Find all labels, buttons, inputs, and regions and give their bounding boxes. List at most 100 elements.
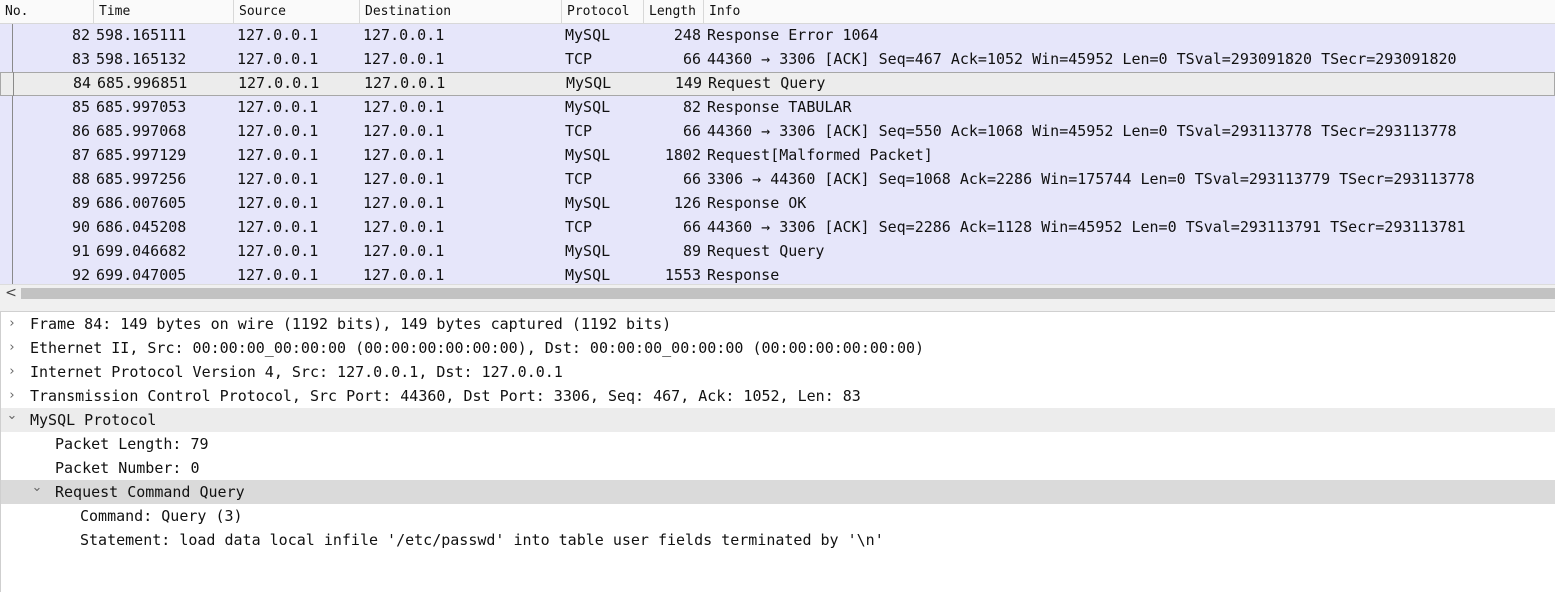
packet-len-cell: 1553 [664,266,701,284]
packet-row[interactable]: 86 685.997068 127.0.0.1 127.0.0.1 TCP 66 44360… [0,120,1555,144]
packet-time-cell: 685.997256 [96,170,187,188]
detail-node[interactable]: › Ethernet II, Src: 00:00:00_00:00:00 (00… [1,336,1555,360]
packet-no-cell: 92 [71,266,90,284]
packet-details-tree: › Frame 84: 149 bytes on wire (1192 bits)… [0,312,1555,592]
packet-row[interactable]: 91 699.046682 127.0.0.1 127.0.0.1 MySQL 89 Req… [0,240,1555,264]
packet-dst-cell: 127.0.0.1 [363,218,445,236]
detail-node-label: Command: Query (3) [80,507,243,525]
packet-dst-cell: 127.0.0.1 [364,74,446,92]
detail-node-label: Internet Protocol Version 4, Src: 127.0.… [30,363,563,381]
packet-proto-cell: MySQL [565,98,611,116]
column-header-no[interactable]: No. [0,0,93,23]
packet-info-cell: Response OK [707,194,807,212]
packet-info-cell: Request Query [707,242,825,260]
packet-proto-cell: TCP [565,50,593,68]
packet-src-cell: 127.0.0.1 [237,170,319,188]
detail-node-label: Packet Length: 79 [55,435,209,453]
packet-src-cell: 127.0.0.1 [237,98,319,116]
detail-node-label: MySQL Protocol [30,411,157,429]
packet-src-cell: 127.0.0.1 [237,146,319,164]
packet-proto-cell: MySQL [565,146,611,164]
packet-len-cell: 126 [673,194,701,212]
packet-list-header: No. Time Source Destination Protocol Length In… [0,0,1555,24]
packet-list[interactable]: No. Time Source Destination Protocol Length In… [0,0,1555,284]
pane-splitter[interactable] [0,302,1555,312]
packet-rows: 82 598.165111 127.0.0.1 127.0.0.1 MySQL 248 Re… [0,24,1555,284]
packet-row[interactable]: 82 598.165111 127.0.0.1 127.0.0.1 MySQL 248 Re… [0,24,1555,48]
packet-proto-cell: TCP [565,122,593,140]
packet-row[interactable]: 84 685.996851 127.0.0.1 127.0.0.1 MySQL 149 Re… [0,72,1555,96]
packet-info-cell: Response TABULAR [707,98,852,116]
packet-row[interactable]: 90 686.045208 127.0.0.1 127.0.0.1 TCP 66 44360… [0,216,1555,240]
packet-info-cell: 44360 → 3306 [ACK] Seq=2286 Ack=1128 Win… [707,218,1466,236]
packet-time-cell: 685.997053 [96,98,187,116]
scroll-left-icon[interactable]: < [2,285,20,302]
packet-no-cell: 84 [72,74,91,92]
packet-src-cell: 127.0.0.1 [237,50,319,68]
column-header-time[interactable]: Time [93,0,233,23]
packet-src-cell: 127.0.0.1 [237,194,319,212]
packet-dst-cell: 127.0.0.1 [363,146,445,164]
detail-node[interactable]: › Frame 84: 149 bytes on wire (1192 bits)… [1,312,1555,336]
packet-info-cell: Request[Malformed Packet] [707,146,933,164]
detail-node-label: Packet Number: 0 [55,459,200,477]
packet-time-cell: 686.007605 [96,194,187,212]
chevron-down-icon[interactable]: ⌄ [5,404,19,428]
packet-time-cell: 686.045208 [96,218,187,236]
packet-row[interactable]: 87 685.997129 127.0.0.1 127.0.0.1 MySQL 1802 R… [0,144,1555,168]
packet-no-cell: 91 [71,242,90,260]
horizontal-scrollbar[interactable]: < [0,284,1555,302]
packet-dst-cell: 127.0.0.1 [363,266,445,284]
detail-node[interactable]: › Internet Protocol Version 4, Src: 127.0… [1,360,1555,384]
packet-time-cell: 699.046682 [96,242,187,260]
detail-node[interactable]: Packet Length: 79 [1,432,1555,456]
packet-dst-cell: 127.0.0.1 [363,170,445,188]
packet-no-cell: 86 [71,122,90,140]
detail-node[interactable]: Command: Query (3) [1,504,1555,528]
column-header-destination[interactable]: Destination [359,0,561,23]
detail-node-label: Ethernet II, Src: 00:00:00_00:00:00 (00:… [30,339,925,357]
packet-row[interactable]: 85 685.997053 127.0.0.1 127.0.0.1 MySQL 82 Res… [0,96,1555,120]
packet-time-cell: 685.997129 [96,146,187,164]
packet-info-cell: Request Query [708,74,826,92]
detail-node[interactable]: › Transmission Control Protocol, Src Port… [1,384,1555,408]
column-header-source[interactable]: Source [233,0,359,23]
packet-time-cell: 598.165111 [96,26,187,44]
packet-no-cell: 85 [71,98,90,116]
packet-info-cell: Response Error 1064 [707,26,879,44]
chevron-down-icon[interactable]: ⌄ [30,476,44,500]
packet-dst-cell: 127.0.0.1 [363,26,445,44]
packet-no-cell: 82 [71,26,90,44]
chevron-right-icon[interactable]: › [5,336,19,360]
column-header-protocol[interactable]: Protocol [561,0,643,23]
packet-row[interactable]: 92 699.047005 127.0.0.1 127.0.0.1 MySQL 1553 R… [0,264,1555,284]
detail-node[interactable]: Statement: load data local infile '/etc/… [1,528,1555,552]
packet-row[interactable]: 89 686.007605 127.0.0.1 127.0.0.1 MySQL 126 Re… [0,192,1555,216]
chevron-right-icon[interactable]: › [5,360,19,384]
packet-len-cell: 149 [674,74,702,92]
packet-row[interactable]: 83 598.165132 127.0.0.1 127.0.0.1 TCP 66 44360… [0,48,1555,72]
packet-proto-cell: MySQL [565,194,611,212]
packet-src-cell: 127.0.0.1 [237,242,319,260]
packet-dst-cell: 127.0.0.1 [363,50,445,68]
detail-node-label: Statement: load data local infile '/etc/… [80,531,884,549]
detail-node[interactable]: ⌄ MySQL Protocol [1,408,1555,432]
packet-no-cell: 83 [71,50,90,68]
scrollbar-thumb[interactable] [21,288,1555,299]
chevron-right-icon[interactable]: › [5,312,19,336]
column-header-length[interactable]: Length [643,0,703,23]
packet-dst-cell: 127.0.0.1 [363,122,445,140]
packet-dst-cell: 127.0.0.1 [363,98,445,116]
packet-info-cell: 44360 → 3306 [ACK] Seq=467 Ack=1052 Win=… [707,50,1457,68]
detail-node[interactable]: ⌄ Request Command Query [1,480,1555,504]
packet-row[interactable]: 88 685.997256 127.0.0.1 127.0.0.1 TCP 66 3306 … [0,168,1555,192]
packet-no-cell: 88 [71,170,90,188]
column-header-info[interactable]: Info [703,0,1555,23]
packet-time-cell: 598.165132 [96,50,187,68]
packet-proto-cell: MySQL [565,242,611,260]
detail-node[interactable]: Packet Number: 0 [1,456,1555,480]
packet-proto-cell: TCP [565,218,593,236]
packet-len-cell: 1802 [664,146,701,164]
packet-info-cell: 3306 → 44360 [ACK] Seq=1068 Ack=2286 Win… [707,170,1475,188]
packet-dst-cell: 127.0.0.1 [363,242,445,260]
